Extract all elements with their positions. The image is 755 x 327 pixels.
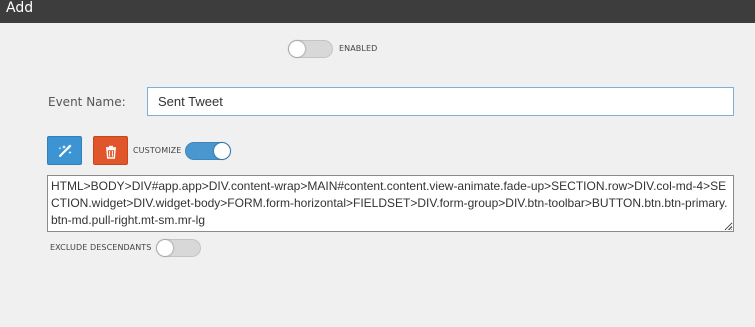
event-name-label: Event Name: — [48, 95, 126, 109]
magic-wand-icon — [57, 143, 73, 159]
trash-icon — [104, 144, 118, 159]
pick-element-button[interactable] — [47, 136, 82, 165]
window-title: Add — [0, 0, 755, 23]
selector-textarea[interactable]: HTML>BODY>DIV#app.app>DIV.content-wrap>M… — [47, 175, 734, 232]
toggle-knob — [289, 41, 305, 57]
toggle-knob — [157, 240, 173, 256]
selector-text: HTML>BODY>DIV#app.app>DIV.content-wrap>M… — [51, 179, 728, 227]
enabled-toggle[interactable] — [288, 40, 333, 58]
resize-handle-icon[interactable] — [724, 222, 732, 230]
exclude-descendants-toggle[interactable] — [156, 239, 201, 257]
toggle-knob — [214, 143, 230, 159]
customize-toggle[interactable] — [185, 142, 231, 160]
event-name-input[interactable] — [147, 87, 734, 116]
exclude-descendants-label: EXCLUDE DESCENDANTS — [50, 243, 152, 252]
enabled-label: ENABLED — [339, 44, 378, 53]
customize-label: CUSTOMIZE — [133, 146, 182, 155]
delete-button[interactable] — [93, 136, 128, 165]
